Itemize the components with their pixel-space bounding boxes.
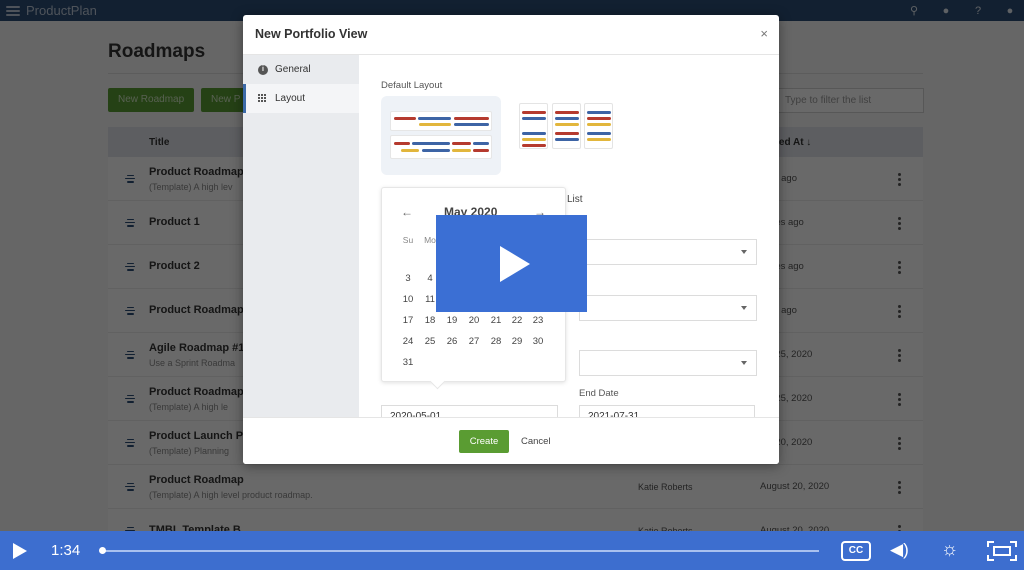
create-button[interactable]: Create xyxy=(459,430,509,453)
timeline-thumbnail-lane xyxy=(390,135,492,159)
dropdown-select[interactable] xyxy=(579,350,757,376)
calendar-day[interactable]: 30 xyxy=(528,336,548,347)
calendar-day[interactable]: 3 xyxy=(398,273,418,284)
calendar-day[interactable]: 21 xyxy=(486,315,506,326)
modal-title: New Portfolio View xyxy=(255,27,368,41)
calendar-day[interactable]: 18 xyxy=(420,315,440,326)
day-of-week-label: Su xyxy=(402,235,414,245)
calendar-day[interactable]: 26 xyxy=(442,336,462,347)
list-layout-option[interactable] xyxy=(519,103,615,151)
calendar-day[interactable]: 23 xyxy=(528,315,548,326)
calendar-day[interactable]: 22 xyxy=(507,315,527,326)
default-layout-label: Default Layout xyxy=(381,80,443,91)
calendar-day[interactable]: 19 xyxy=(442,315,462,326)
sidebar-item-layout[interactable]: Layout xyxy=(243,84,359,113)
sidebar-item-label: Layout xyxy=(275,93,306,104)
video-play-overlay-button[interactable] xyxy=(436,215,587,312)
calendar-day[interactable]: 29 xyxy=(507,336,527,347)
calendar-day[interactable]: 25 xyxy=(420,336,440,347)
modal-sidebar: i General Layout xyxy=(243,55,359,417)
list-thumbnail-column xyxy=(584,103,613,149)
calendar-day[interactable]: 20 xyxy=(464,315,484,326)
caret-down-icon xyxy=(741,306,747,310)
calendar-day[interactable]: 24 xyxy=(398,336,418,347)
calendar-day[interactable]: 10 xyxy=(398,294,418,305)
play-icon[interactable] xyxy=(13,543,27,559)
calendar-day[interactable]: 31 xyxy=(398,357,418,368)
calendar-day[interactable]: 28 xyxy=(486,336,506,347)
closed-captions-icon[interactable]: CC xyxy=(841,541,871,561)
video-progress-handle[interactable] xyxy=(99,547,106,554)
settings-gear-icon[interactable]: ☼ xyxy=(941,539,958,561)
info-icon: i xyxy=(258,64,268,75)
caret-down-icon xyxy=(741,361,747,365)
sidebar-item-label: General xyxy=(275,64,311,75)
fullscreen-icon[interactable] xyxy=(987,541,1017,561)
cancel-button[interactable]: Cancel xyxy=(521,430,551,453)
dropdown-select[interactable] xyxy=(579,295,757,321)
sidebar-item-general[interactable]: i General xyxy=(243,55,359,84)
video-controls: 1:34 CC ◀) ☼ xyxy=(0,531,1024,570)
volume-icon[interactable]: ◀) xyxy=(890,540,909,560)
dropdown-select[interactable] xyxy=(579,239,757,265)
list-thumbnail-column xyxy=(519,103,548,149)
play-icon xyxy=(499,245,530,282)
caret-down-icon xyxy=(741,250,747,254)
timeline-layout-option[interactable] xyxy=(381,96,501,175)
list-thumbnail-column xyxy=(552,103,581,149)
calendar-day[interactable]: 27 xyxy=(464,336,484,347)
video-time: 1:34 xyxy=(51,542,81,559)
list-label: List xyxy=(567,194,583,205)
previous-month-arrow-icon[interactable]: ← xyxy=(401,205,413,219)
video-progress-track[interactable] xyxy=(102,550,819,552)
end-date-label: End Date xyxy=(579,388,619,399)
modal-footer: Create Cancel xyxy=(243,417,779,464)
grid-icon xyxy=(258,93,268,104)
modal-header: New Portfolio View × xyxy=(243,15,779,55)
close-icon[interactable]: × xyxy=(760,26,768,41)
calendar-day[interactable]: 17 xyxy=(398,315,418,326)
timeline-thumbnail-lane xyxy=(390,111,492,131)
